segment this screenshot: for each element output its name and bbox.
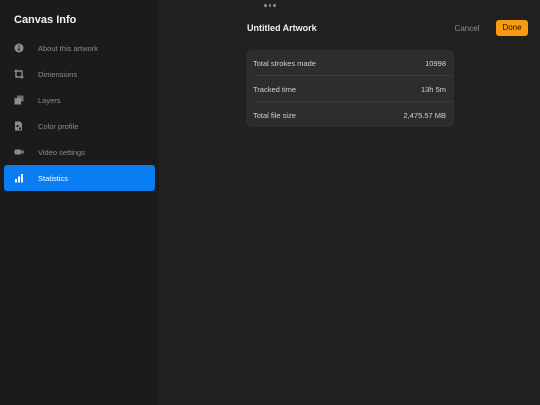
sidebar-item-video-settings[interactable]: Video settings xyxy=(4,139,155,165)
color-profile-icon xyxy=(14,121,24,131)
page-title: Untitled Artwork xyxy=(247,23,317,33)
stat-label: Tracked time xyxy=(253,85,297,94)
info-icon xyxy=(14,43,24,53)
sidebar-item-label: Statistics xyxy=(38,174,69,183)
sidebar-item-layers[interactable]: Layers xyxy=(4,87,155,113)
sidebar-item-about[interactable]: About this artwork xyxy=(4,35,155,61)
sidebar-item-label: Color profile xyxy=(38,122,79,131)
sidebar-item-label: About this artwork xyxy=(38,44,99,53)
stat-value: 13h 5m xyxy=(420,85,446,94)
statistics-card: Total strokes made 10998 Tracked time 13… xyxy=(246,50,454,127)
stat-value: 10998 xyxy=(425,59,446,68)
crop-icon xyxy=(14,69,24,79)
cancel-button[interactable]: Cancel xyxy=(449,21,485,36)
sidebar: Canvas Info About this artwork Dimension… xyxy=(0,0,159,405)
sidebar-item-color-profile[interactable]: Color profile xyxy=(4,113,155,139)
stat-row-file-size: Total file size 2,475.57 MB xyxy=(246,102,454,127)
done-button[interactable]: Done xyxy=(496,20,528,36)
sidebar-title: Canvas Info xyxy=(14,14,77,26)
layers-icon xyxy=(14,95,24,105)
stat-value: 2,475.57 MB xyxy=(403,111,446,120)
sidebar-item-label: Dimensions xyxy=(38,70,78,79)
stat-row-strokes: Total strokes made 10998 xyxy=(246,50,454,75)
sidebar-item-statistics[interactable]: Statistics xyxy=(4,165,155,191)
drag-handle[interactable] xyxy=(264,4,276,7)
sidebar-item-label: Video settings xyxy=(38,148,85,157)
video-camera-icon xyxy=(14,147,24,157)
bar-chart-icon xyxy=(14,173,24,183)
sidebar-item-dimensions[interactable]: Dimensions xyxy=(4,61,155,87)
stat-label: Total file size xyxy=(253,111,296,120)
stat-row-tracked-time: Tracked time 13h 5m xyxy=(246,76,454,101)
stat-label: Total strokes made xyxy=(253,59,316,68)
sidebar-item-label: Layers xyxy=(38,96,61,105)
